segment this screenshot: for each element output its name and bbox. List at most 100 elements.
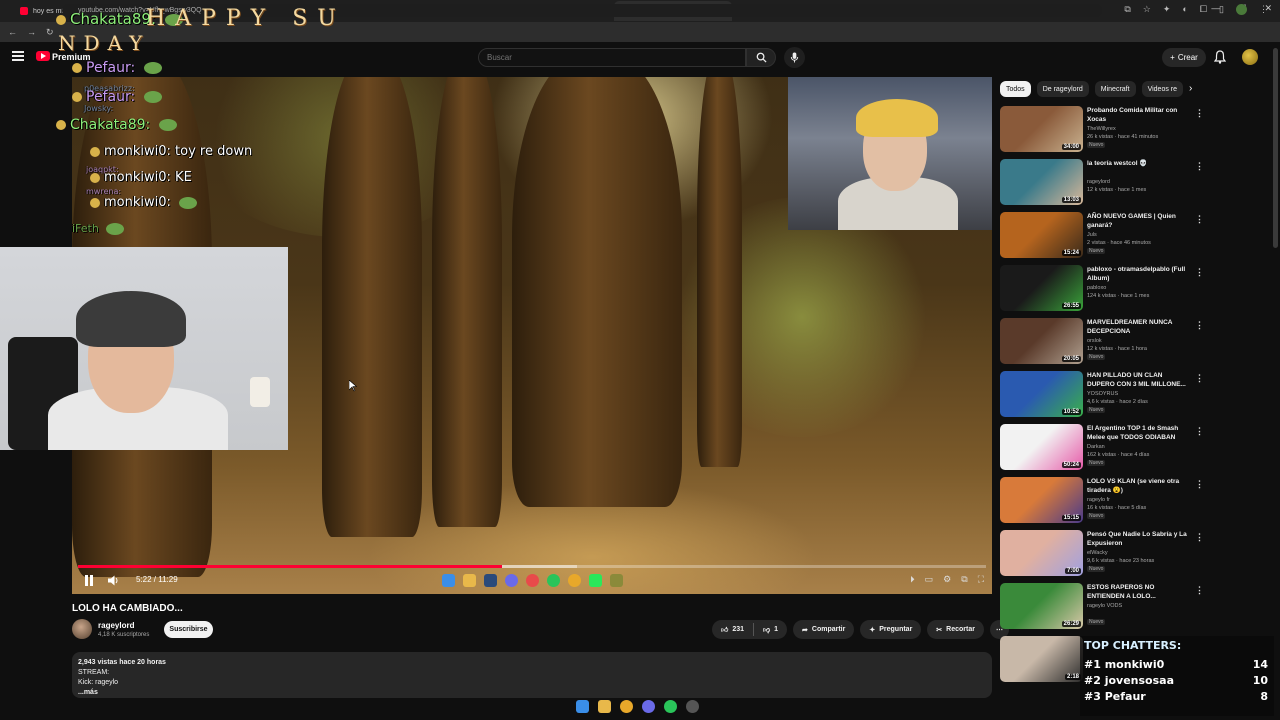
reload-icon[interactable]: ↻: [46, 27, 54, 38]
video-duration: 26:29: [1061, 621, 1081, 627]
search-input[interactable]: [478, 48, 746, 67]
channel-name[interactable]: rageylo fr: [1087, 496, 1110, 504]
ask-button[interactable]: ✦ Preguntar: [860, 620, 922, 639]
recommended-video[interactable]: 15:24 AÑO NUEVO GAMES | Quien ganará? Juls…: [1000, 212, 1210, 262]
recommended-video[interactable]: 7:00 Pensó Que Nadie Lo Sabría y La Expus…: [1000, 530, 1210, 580]
more-options-icon[interactable]: ⋮: [1195, 267, 1204, 278]
chevron-right-icon[interactable]: ›: [1189, 81, 1192, 97]
chat-username: Pefaur:: [86, 60, 136, 76]
filter-chip[interactable]: Videos re: [1141, 81, 1184, 97]
recommended-video[interactable]: 50:24 El Argentino TOP 1 de Smash Melee q…: [1000, 424, 1210, 474]
more-options-icon[interactable]: ⋮: [1195, 373, 1204, 384]
video-thumbnail[interactable]: 20:05: [1000, 318, 1083, 364]
video-thumbnail[interactable]: 15:24: [1000, 212, 1083, 258]
video-title[interactable]: ESTOS RAPEROS NO ENTIENDEN A LOLO...: [1087, 583, 1187, 601]
bookmark-star-icon[interactable]: ☆: [1143, 4, 1151, 15]
more-options-icon[interactable]: ⋮: [1195, 479, 1204, 490]
forward-icon[interactable]: →: [27, 27, 36, 37]
video-thumbnail[interactable]: 26:55: [1000, 265, 1083, 311]
time-display: 5:22 / 11:29: [136, 575, 178, 584]
video-title[interactable]: Probando Comida Militar con Xocas: [1087, 106, 1187, 124]
page-scrollbar[interactable]: [1273, 48, 1278, 248]
recommended-video[interactable]: 13:03 la teoría westcol 💀 rageylord 12 k vi…: [1000, 159, 1210, 209]
channel-name[interactable]: rageylord: [98, 621, 134, 630]
dislike-button[interactable]: 👎︎ 1: [754, 620, 787, 639]
more-options-icon[interactable]: ⋮: [1195, 426, 1204, 437]
pause-icon[interactable]: [84, 575, 94, 586]
channel-name[interactable]: rageylo VODS: [1087, 602, 1122, 610]
recommended-video[interactable]: 10:52 HAN PILLADO UN CLAN DUPERO CON 3 MI…: [1000, 371, 1210, 421]
video-thumbnail[interactable]: 10:52: [1000, 371, 1083, 417]
more-options-icon[interactable]: ⋮: [1195, 320, 1204, 331]
autoplay-toggle[interactable]: ⏵: [910, 574, 915, 585]
video-title[interactable]: MARVELDREAMER NUNCA DECEPCIONA: [1087, 318, 1187, 336]
browser-menu-icon[interactable]: ⋮: [1259, 4, 1268, 15]
channel-name[interactable]: TheWillyrex: [1087, 125, 1116, 133]
channel-name[interactable]: rageylord: [1087, 178, 1110, 186]
notifications-bell-icon[interactable]: [1214, 50, 1226, 64]
filter-chip[interactable]: Minecraft: [1094, 81, 1136, 97]
video-title[interactable]: HAN PILLADO UN CLAN DUPERO CON 3 MIL MIL…: [1087, 371, 1187, 389]
channel-name[interactable]: pabloxo: [1087, 284, 1106, 292]
recommended-video[interactable]: 34:00 Probando Comida Militar con Xocas Th…: [1000, 106, 1210, 156]
video-thumbnail[interactable]: 7:00: [1000, 530, 1083, 576]
channel-name[interactable]: YOSOYRUS: [1087, 390, 1118, 398]
filter-chip[interactable]: Todos: [1000, 81, 1031, 97]
subscribe-button[interactable]: Suscribirse: [164, 621, 213, 638]
miniplayer-icon[interactable]: ⧉: [961, 574, 967, 585]
extensions-puzzle-icon[interactable]: ⧠: [1200, 4, 1207, 15]
recommended-video[interactable]: 26:55 pabloxo - otramasdelpablo (Full Alb…: [1000, 265, 1210, 315]
more-options-icon[interactable]: ⋮: [1195, 585, 1204, 596]
video-thumbnail[interactable]: 50:24: [1000, 424, 1083, 470]
video-thumbnail[interactable]: 26:29: [1000, 583, 1083, 629]
more-options-icon[interactable]: ⋮: [1195, 214, 1204, 225]
install-icon[interactable]: ⧉: [1124, 4, 1130, 15]
video-title[interactable]: AÑO NUEVO GAMES | Quien ganará?: [1087, 212, 1187, 230]
video-thumbnail[interactable]: 15:15: [1000, 477, 1083, 523]
video-title[interactable]: Pensó Que Nadie Lo Sabría y La Expusiero…: [1087, 530, 1187, 548]
extension-icon[interactable]: ◐: [1182, 4, 1187, 15]
channel-avatar[interactable]: [72, 619, 92, 639]
show-more-link[interactable]: ...más: [78, 688, 986, 698]
video-progress-bar[interactable]: [78, 565, 986, 568]
clip-button[interactable]: ✂ Recortar: [927, 620, 984, 639]
video-duration: 15:24: [1061, 250, 1081, 256]
extension-icon[interactable]: ✦: [1163, 4, 1171, 15]
recommended-video[interactable]: 20:05 MARVELDREAMER NUNCA DECEPCIONA orslo…: [1000, 318, 1210, 368]
video-title[interactable]: pabloxo - otramasdelpablo (Full Album): [1087, 265, 1187, 283]
settings-gear-icon[interactable]: ⚙: [943, 574, 951, 585]
user-avatar[interactable]: [1242, 49, 1258, 65]
fullscreen-icon[interactable]: ⛶: [978, 574, 984, 585]
channel-name[interactable]: Juls: [1087, 231, 1097, 239]
sidebar-icon[interactable]: ▯: [1219, 4, 1224, 15]
subtitles-icon[interactable]: ▭: [925, 574, 934, 585]
recommended-video[interactable]: 15:15 LOLO VS KLAN (se viene otra tirader…: [1000, 477, 1210, 527]
channel-name[interactable]: elWacky: [1087, 549, 1108, 557]
hamburger-menu-icon[interactable]: [12, 51, 24, 61]
channel-name[interactable]: Darkan: [1087, 443, 1105, 451]
search-button[interactable]: [746, 48, 776, 67]
video-thumbnail[interactable]: 34:00: [1000, 106, 1083, 152]
back-icon[interactable]: ←: [8, 27, 17, 37]
like-button[interactable]: 👍︎ 231: [712, 620, 753, 639]
share-button[interactable]: ➦ Compartir: [793, 620, 855, 639]
volume-icon[interactable]: [108, 575, 120, 586]
video-title[interactable]: LOLO VS KLAN (se viene otra tiradera 😮): [1087, 477, 1187, 495]
more-options-icon[interactable]: ⋮: [1195, 161, 1204, 172]
more-options-icon[interactable]: ⋮: [1195, 108, 1204, 119]
description-box[interactable]: 2,943 vistas hace 20 horas STREAM: Kick:…: [72, 652, 992, 698]
voice-search-button[interactable]: [784, 47, 805, 68]
video-title[interactable]: la teoría westcol 💀: [1087, 159, 1187, 168]
filter-chip[interactable]: De rageylord: [1036, 81, 1089, 97]
channel-name[interactable]: orslok: [1087, 337, 1102, 345]
filter-chips: Todos De rageylord Minecraft Videos re ›: [1000, 81, 1192, 97]
more-options-icon[interactable]: ⋮: [1195, 532, 1204, 543]
recommended-video[interactable]: 26:29 ESTOS RAPEROS NO ENTIENDEN A LOLO..…: [1000, 583, 1210, 633]
new-badge: Nuevo: [1087, 354, 1106, 360]
profile-avatar[interactable]: [1236, 4, 1247, 15]
video-thumbnail[interactable]: 13:03: [1000, 159, 1083, 205]
video-thumbnail[interactable]: 2:18: [1000, 636, 1083, 682]
create-button[interactable]: + Crear: [1162, 48, 1206, 67]
youtube-logo[interactable]: [36, 51, 50, 61]
video-title[interactable]: El Argentino TOP 1 de Smash Melee que TO…: [1087, 424, 1187, 442]
